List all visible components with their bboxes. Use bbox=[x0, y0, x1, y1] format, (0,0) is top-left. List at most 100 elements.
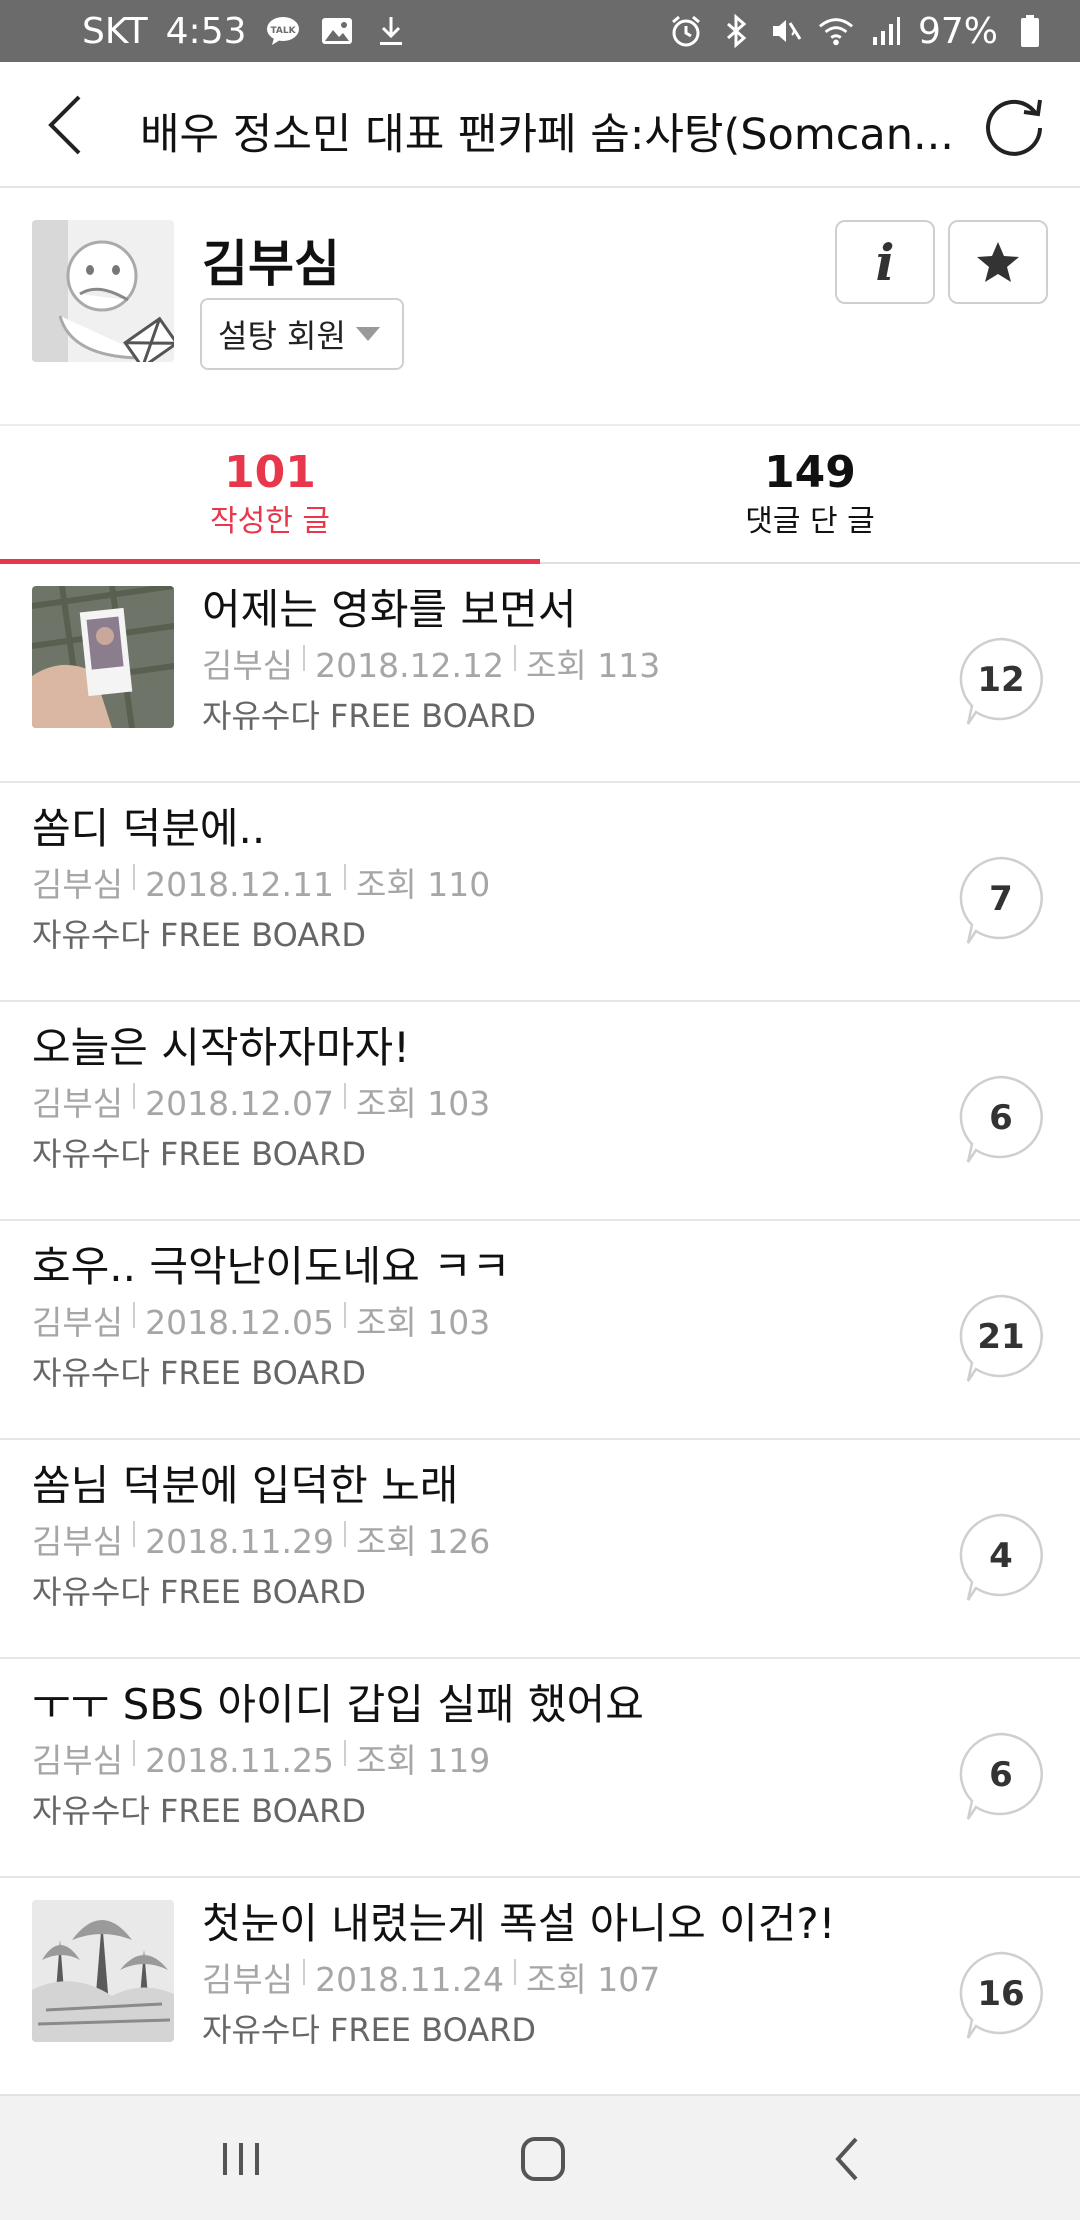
meta-divider bbox=[514, 645, 517, 671]
app-bar: 배우 정소민 대표 팬카페 솜:사탕(Somcan... bbox=[0, 62, 1080, 188]
post-title: 어제는 영화를 보면서 bbox=[202, 585, 577, 634]
post-thumbnail bbox=[32, 1900, 174, 2042]
signal-icon bbox=[868, 13, 904, 49]
list-item[interactable]: ㅜㅜ SBS 아이디 갑입 실패 했어요 김부심 2018.11.25 조회 119… bbox=[0, 1659, 1080, 1878]
svg-text:TALK: TALK bbox=[270, 26, 296, 36]
meta-divider bbox=[133, 1740, 136, 1766]
caret-down-icon bbox=[355, 327, 380, 341]
post-board: 자유수다 FREE BOARD bbox=[32, 1573, 366, 1611]
info-icon: i bbox=[875, 232, 895, 292]
post-title: 호우.. 극악난이도네요 ㅋㅋ bbox=[32, 1242, 511, 1291]
meta-divider bbox=[344, 864, 347, 890]
clock: 4:53 bbox=[165, 10, 247, 52]
post-thumbnail bbox=[32, 586, 174, 728]
meta-divider bbox=[514, 1959, 517, 1985]
meta-divider bbox=[344, 1302, 347, 1328]
back-button[interactable] bbox=[30, 90, 100, 160]
talk-icon: TALK bbox=[265, 13, 301, 49]
avatar[interactable] bbox=[32, 220, 174, 362]
post-date: 2018.12.12 bbox=[315, 646, 505, 685]
post-board: 자유수다 FREE BOARD bbox=[32, 916, 366, 954]
comment-count: 6 bbox=[989, 1755, 1013, 1795]
comment-count: 16 bbox=[977, 1974, 1025, 2014]
post-author: 김부심 bbox=[32, 1303, 124, 1342]
meta-divider bbox=[133, 1083, 136, 1109]
tab-written-posts[interactable]: 101 작성한 글 bbox=[0, 426, 540, 564]
meta-divider bbox=[303, 645, 306, 671]
recents-button[interactable] bbox=[206, 2126, 276, 2192]
post-views: 조회 119 bbox=[356, 1741, 491, 1780]
post-views: 조회 126 bbox=[356, 1522, 491, 1561]
member-grade-dropdown[interactable]: 설탕 회원 bbox=[200, 298, 404, 370]
comment-count-badge[interactable]: 6 bbox=[956, 1731, 1046, 1821]
list-item[interactable]: 오늘은 시작하자마자! 김부심 2018.12.07 조회 103 자유수다 FRE… bbox=[0, 1002, 1080, 1221]
post-meta: 김부심 2018.12.11 조회 110 bbox=[32, 861, 932, 909]
system-back-button[interactable] bbox=[812, 2126, 882, 2192]
download-icon bbox=[373, 13, 409, 49]
comment-count: 7 bbox=[989, 879, 1013, 919]
tab-count: 149 bbox=[764, 447, 856, 498]
meta-divider bbox=[303, 1959, 306, 1985]
comment-count: 12 bbox=[977, 660, 1025, 700]
comment-count-badge[interactable]: 21 bbox=[956, 1293, 1046, 1383]
post-meta: 김부심 2018.11.29 조회 126 bbox=[32, 1518, 932, 1566]
post-title: 첫눈이 내렸는게 폭설 아니오 이건?! bbox=[202, 1899, 836, 1948]
bluetooth-icon bbox=[718, 13, 754, 49]
meta-divider bbox=[133, 1521, 136, 1547]
post-author: 김부심 bbox=[202, 646, 294, 685]
post-date: 2018.12.05 bbox=[145, 1303, 335, 1342]
comment-count-badge[interactable]: 6 bbox=[956, 1074, 1046, 1164]
info-button[interactable]: i bbox=[835, 220, 935, 304]
comment-count-badge[interactable]: 16 bbox=[956, 1950, 1046, 2040]
refresh-button[interactable] bbox=[978, 88, 1050, 160]
post-title: 쏨디 덕분에.. bbox=[32, 804, 266, 853]
list-item[interactable]: 쏨디 덕분에.. 김부심 2018.12.11 조회 110 자유수다 FREE B… bbox=[0, 783, 1080, 1002]
list-item[interactable]: 호우.. 극악난이도네요 ㅋㅋ 김부심 2018.12.05 조회 103 자유수다… bbox=[0, 1221, 1080, 1440]
favorite-button[interactable] bbox=[948, 220, 1048, 304]
home-button[interactable] bbox=[508, 2126, 578, 2192]
post-board: 자유수다 FREE BOARD bbox=[202, 2011, 536, 2049]
post-list: 어제는 영화를 보면서 김부심 2018.12.12 조회 113 자유수다 FRE… bbox=[0, 564, 1080, 2097]
tab-count: 101 bbox=[224, 447, 316, 498]
meta-divider bbox=[344, 1083, 347, 1109]
system-nav-bar bbox=[0, 2094, 1080, 2220]
post-title: ㅜㅜ SBS 아이디 갑입 실패 했어요 bbox=[32, 1680, 644, 1729]
comment-count-badge[interactable]: 4 bbox=[956, 1512, 1046, 1602]
post-author: 김부심 bbox=[32, 1084, 124, 1123]
wifi-icon bbox=[818, 13, 854, 49]
post-views: 조회 110 bbox=[356, 865, 491, 904]
post-board: 자유수다 FREE BOARD bbox=[32, 1792, 366, 1830]
post-author: 김부심 bbox=[32, 1522, 124, 1561]
list-item[interactable]: 첫눈이 내렸는게 폭설 아니오 이건?! 김부심 2018.11.24 조회 107… bbox=[0, 1878, 1080, 2097]
profile-tabs: 101 작성한 글 149 댓글 단 글 bbox=[0, 426, 1080, 564]
comment-count-badge[interactable]: 7 bbox=[956, 855, 1046, 945]
post-author: 김부심 bbox=[202, 1960, 294, 1999]
battery-percent: 97% bbox=[917, 10, 998, 52]
post-views: 조회 113 bbox=[526, 646, 661, 685]
status-bar: SKT 4:53 TALK 97% bbox=[0, 0, 1080, 62]
mute-icon bbox=[768, 13, 804, 49]
post-board: 자유수다 FREE BOARD bbox=[32, 1354, 366, 1392]
post-date: 2018.11.29 bbox=[145, 1522, 335, 1561]
list-item[interactable]: 어제는 영화를 보면서 김부심 2018.12.12 조회 113 자유수다 FRE… bbox=[0, 564, 1080, 783]
post-date: 2018.12.07 bbox=[145, 1084, 335, 1123]
comment-count: 6 bbox=[989, 1098, 1013, 1138]
post-author: 김부심 bbox=[32, 865, 124, 904]
post-board: 자유수다 FREE BOARD bbox=[32, 1135, 366, 1173]
tab-commented-posts[interactable]: 149 댓글 단 글 bbox=[540, 426, 1080, 562]
post-board: 자유수다 FREE BOARD bbox=[202, 697, 536, 735]
recents-icon bbox=[223, 2143, 259, 2175]
refresh-icon bbox=[986, 99, 1042, 156]
tab-label: 작성한 글 bbox=[210, 504, 330, 539]
page-title: 배우 정소민 대표 팬카페 솜:사탕(Somcan... bbox=[140, 110, 950, 160]
meta-divider bbox=[133, 864, 136, 890]
meta-divider bbox=[133, 1302, 136, 1328]
comment-count-badge[interactable]: 12 bbox=[956, 636, 1046, 726]
meta-divider bbox=[344, 1740, 347, 1766]
back-icon bbox=[835, 2137, 858, 2181]
post-date: 2018.12.11 bbox=[145, 865, 335, 904]
home-icon bbox=[521, 2137, 565, 2181]
post-views: 조회 103 bbox=[356, 1303, 491, 1342]
list-item[interactable]: 쏨님 덕분에 입덕한 노래 김부심 2018.11.29 조회 126 자유수다 F… bbox=[0, 1440, 1080, 1659]
post-meta: 김부심 2018.12.07 조회 103 bbox=[32, 1080, 932, 1128]
